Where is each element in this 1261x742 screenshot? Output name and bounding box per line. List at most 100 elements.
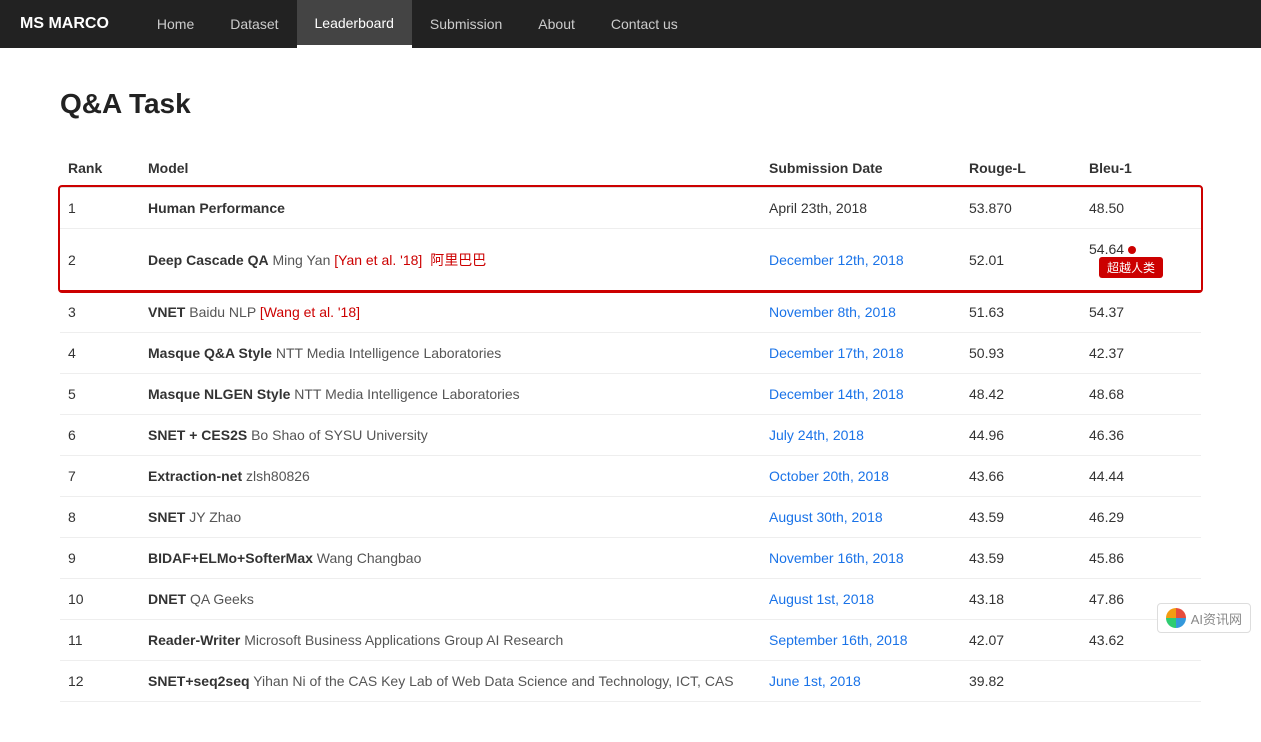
- cell-model: Human Performance: [140, 187, 761, 229]
- model-name: Extraction-net: [148, 468, 242, 484]
- cell-rouge: 51.63: [961, 291, 1081, 333]
- cell-bleu: 42.37: [1081, 333, 1201, 374]
- cell-rouge: 43.18: [961, 579, 1081, 620]
- table-row: 12SNET+seq2seq Yihan Ni of the CAS Key L…: [60, 661, 1201, 702]
- col-header-model: Model: [140, 150, 761, 187]
- cell-model: Extraction-net zlsh80826: [140, 456, 761, 497]
- cell-rouge: 52.01: [961, 229, 1081, 292]
- cell-rank: 8: [60, 497, 140, 538]
- model-org: QA Geeks: [186, 591, 254, 607]
- cell-model: Masque NLGEN Style NTT Media Intelligenc…: [140, 374, 761, 415]
- cell-model: SNET + CES2S Bo Shao of SYSU University: [140, 415, 761, 456]
- model-org: Baidu NLP: [185, 304, 259, 320]
- cell-model: VNET Baidu NLP [Wang et al. '18]: [140, 291, 761, 333]
- cell-date[interactable]: June 1st, 2018: [761, 661, 961, 702]
- model-paper-link[interactable]: [Yan et al. '18]: [334, 252, 422, 268]
- cell-bleu: 48.68: [1081, 374, 1201, 415]
- table-row: 10DNET QA GeeksAugust 1st, 201843.1847.8…: [60, 579, 1201, 620]
- watermark-icon: [1166, 608, 1186, 628]
- cell-date: April 23th, 2018: [761, 187, 961, 229]
- cell-rouge: 43.66: [961, 456, 1081, 497]
- model-name: Reader-Writer: [148, 632, 240, 648]
- model-name: DNET: [148, 591, 186, 607]
- cell-rouge: 44.96: [961, 415, 1081, 456]
- watermark: AI资讯网: [1157, 603, 1251, 633]
- cell-date[interactable]: August 1st, 2018: [761, 579, 961, 620]
- watermark-text: AI资讯网: [1191, 609, 1242, 628]
- model-org: Wang Changbao: [313, 550, 421, 566]
- page-title: Q&A Task: [60, 88, 1201, 120]
- table-row: 5Masque NLGEN Style NTT Media Intelligen…: [60, 374, 1201, 415]
- cell-bleu: 45.86: [1081, 538, 1201, 579]
- cell-date[interactable]: November 16th, 2018: [761, 538, 961, 579]
- cell-model: BIDAF+ELMo+SofterMax Wang Changbao: [140, 538, 761, 579]
- model-name: BIDAF+ELMo+SofterMax: [148, 550, 313, 566]
- cell-rank: 11: [60, 620, 140, 661]
- cell-model: Deep Cascade QA Ming Yan [Yan et al. '18…: [140, 229, 761, 292]
- table-row: 6SNET + CES2S Bo Shao of SYSU University…: [60, 415, 1201, 456]
- cell-bleu: 48.50: [1081, 187, 1201, 229]
- cell-date[interactable]: December 17th, 2018: [761, 333, 961, 374]
- model-org: NTT Media Intelligence Laboratories: [272, 345, 501, 361]
- exceeds-human-badge: 超越人类: [1099, 257, 1163, 278]
- nav-item-home[interactable]: Home: [139, 0, 212, 48]
- cell-date[interactable]: October 20th, 2018: [761, 456, 961, 497]
- model-name: Masque Q&A Style: [148, 345, 272, 361]
- main-content: Q&A Task Rank Model Submission Date Roug…: [0, 48, 1261, 742]
- model-name: Human Performance: [148, 200, 285, 216]
- cell-date[interactable]: December 12th, 2018: [761, 229, 961, 292]
- leaderboard-table-wrapper: Rank Model Submission Date Rouge-L Bleu-…: [60, 150, 1201, 702]
- model-name: Masque NLGEN Style: [148, 386, 290, 402]
- nav-item-about[interactable]: About: [520, 0, 593, 48]
- cell-rouge: 43.59: [961, 538, 1081, 579]
- cell-bleu: 54.37: [1081, 291, 1201, 333]
- model-org: Ming Yan: [269, 252, 335, 268]
- cell-rank: 9: [60, 538, 140, 579]
- nav-item-submission[interactable]: Submission: [412, 0, 520, 48]
- cell-rank: 5: [60, 374, 140, 415]
- cell-bleu: 44.44: [1081, 456, 1201, 497]
- nav-item-leaderboard[interactable]: Leaderboard: [297, 0, 412, 48]
- cell-rank: 3: [60, 291, 140, 333]
- model-org: NTT Media Intelligence Laboratories: [290, 386, 519, 402]
- col-header-date: Submission Date: [761, 150, 961, 187]
- cell-model: DNET QA Geeks: [140, 579, 761, 620]
- col-header-rank: Rank: [60, 150, 140, 187]
- cell-date[interactable]: September 16th, 2018: [761, 620, 961, 661]
- model-org: Yihan Ni of the CAS Key Lab of Web Data …: [250, 673, 734, 689]
- model-org-link[interactable]: 阿里巴巴: [430, 252, 486, 268]
- cell-rank: 2: [60, 229, 140, 292]
- col-header-rouge: Rouge-L: [961, 150, 1081, 187]
- nav-item-dataset[interactable]: Dataset: [212, 0, 296, 48]
- model-org: zlsh80826: [242, 468, 310, 484]
- nav-items: Home Dataset Leaderboard Submission Abou…: [139, 0, 696, 48]
- table-header: Rank Model Submission Date Rouge-L Bleu-…: [60, 150, 1201, 187]
- model-name: SNET + CES2S: [148, 427, 247, 443]
- cell-rouge: 43.59: [961, 497, 1081, 538]
- nav-item-contact[interactable]: Contact us: [593, 0, 696, 48]
- cell-bleu: 46.36: [1081, 415, 1201, 456]
- cell-date[interactable]: August 30th, 2018: [761, 497, 961, 538]
- model-paper-link[interactable]: [Wang et al. '18]: [260, 304, 360, 320]
- cell-model: SNET+seq2seq Yihan Ni of the CAS Key Lab…: [140, 661, 761, 702]
- cell-date[interactable]: December 14th, 2018: [761, 374, 961, 415]
- table-body: 1Human PerformanceApril 23th, 201853.870…: [60, 187, 1201, 702]
- model-name: Deep Cascade QA: [148, 252, 269, 268]
- table-row: 2Deep Cascade QA Ming Yan [Yan et al. '1…: [60, 229, 1201, 292]
- model-org: Bo Shao of SYSU University: [247, 427, 428, 443]
- model-name: SNET: [148, 509, 185, 525]
- cell-bleu: 54.64超越人类: [1081, 229, 1201, 292]
- cell-rank: 10: [60, 579, 140, 620]
- brand-logo: MS MARCO: [20, 15, 109, 33]
- cell-rank: 7: [60, 456, 140, 497]
- cell-rank: 6: [60, 415, 140, 456]
- model-org: JY Zhao: [185, 509, 241, 525]
- col-header-bleu: Bleu-1: [1081, 150, 1201, 187]
- cell-date[interactable]: November 8th, 2018: [761, 291, 961, 333]
- cell-rank: 4: [60, 333, 140, 374]
- cell-rank: 1: [60, 187, 140, 229]
- cell-date[interactable]: July 24th, 2018: [761, 415, 961, 456]
- table-row: 7Extraction-net zlsh80826October 20th, 2…: [60, 456, 1201, 497]
- cell-model: SNET JY Zhao: [140, 497, 761, 538]
- navbar: MS MARCO Home Dataset Leaderboard Submis…: [0, 0, 1261, 48]
